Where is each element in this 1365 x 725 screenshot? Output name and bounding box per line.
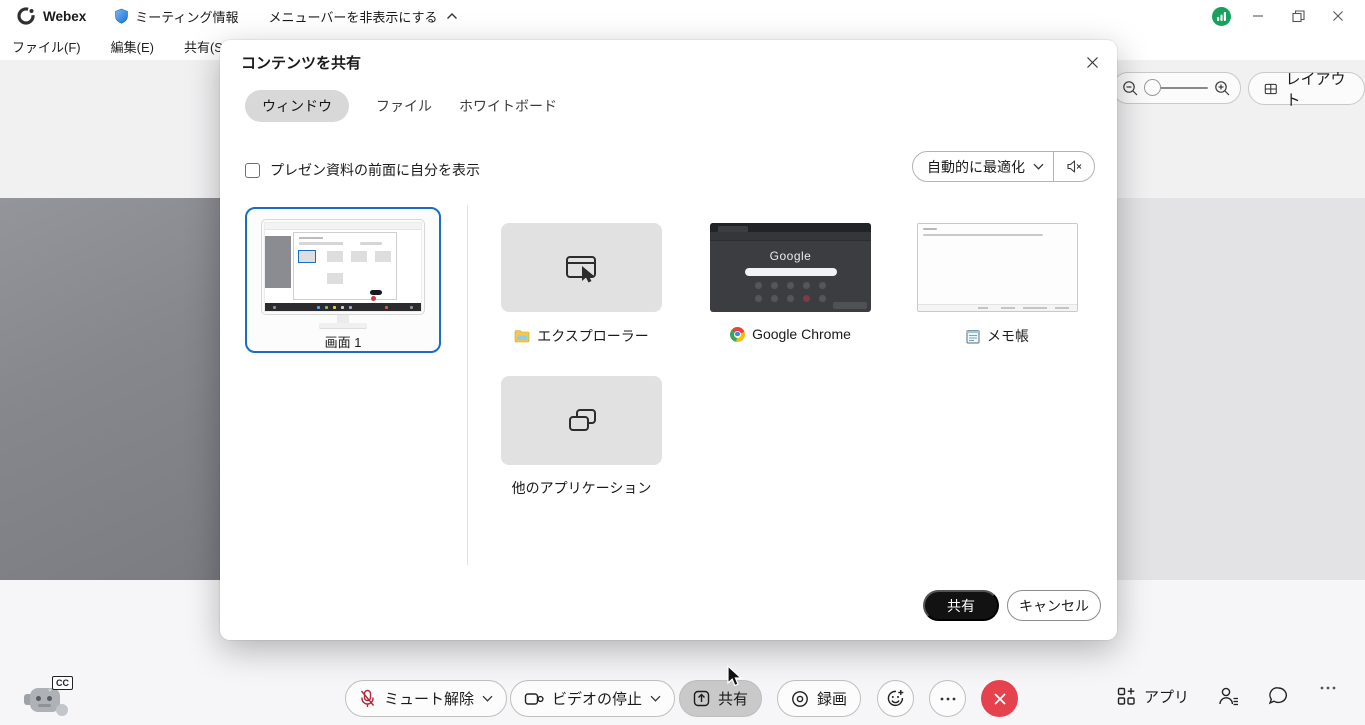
stacked-windows-icon: [564, 406, 600, 436]
stop-video-button[interactable]: ビデオの停止: [510, 680, 675, 717]
mic-muted-icon: [359, 689, 376, 708]
share-confirm-button[interactable]: 共有: [923, 590, 999, 621]
layout-grid-icon: [1264, 81, 1278, 97]
smiley-plus-icon: [886, 689, 905, 708]
app-title: Webex: [43, 9, 86, 24]
record-icon: [791, 690, 809, 708]
window-thumb-notepad[interactable]: [917, 223, 1078, 312]
zoom-slider[interactable]: [1146, 87, 1208, 89]
screens-windows-separator: [467, 205, 468, 565]
close-icon: [1086, 56, 1099, 69]
meeting-info-shield-icon: [114, 8, 129, 24]
layout-button[interactable]: レイアウト: [1248, 72, 1365, 105]
hide-menubar-button[interactable]: メニューバーを非表示にする: [269, 7, 458, 26]
restore-button[interactable]: [1285, 4, 1311, 28]
chat-bubble-icon: [1268, 686, 1289, 706]
tab-window[interactable]: ウィンドウ: [245, 90, 349, 122]
menu-edit[interactable]: 編集(E): [111, 37, 154, 56]
more-options-button[interactable]: [929, 680, 966, 717]
speaker-muted-icon: [1066, 159, 1083, 174]
zoom-out-icon[interactable]: [1122, 80, 1139, 97]
window-thumb-other-apps[interactable]: [501, 376, 662, 465]
participants-button[interactable]: [1218, 686, 1240, 706]
connection-quality-icon[interactable]: [1212, 7, 1231, 26]
camera-icon: [524, 691, 544, 707]
zoom-slider-knob[interactable]: [1144, 79, 1161, 96]
mouse-cursor: [726, 665, 744, 689]
screen-1-preview: [261, 219, 425, 315]
show-me-label: プレゼン資料の前面に自分を表示: [270, 160, 480, 180]
share-audio-toggle[interactable]: [1054, 159, 1094, 174]
share-toolbar-button[interactable]: 共有: [679, 680, 762, 717]
screen-1-card[interactable]: 画面 1: [245, 207, 441, 353]
cancel-button[interactable]: キャンセル: [1007, 590, 1101, 621]
monitor-stand: [337, 315, 349, 323]
tab-whiteboard[interactable]: ホワイトボード: [459, 90, 557, 122]
video-chevron-icon: [650, 695, 661, 702]
more-panels-ellipsis-icon: [1320, 686, 1336, 690]
more-panels-button[interactable]: [1320, 686, 1336, 690]
dialog-close-button[interactable]: [1080, 50, 1104, 74]
folder-icon: [514, 329, 530, 343]
show-me-checkbox[interactable]: [245, 163, 260, 178]
notepad-icon: [966, 329, 980, 344]
menu-file[interactable]: ファイル(F): [12, 37, 81, 56]
layout-label: レイアウト: [1286, 68, 1349, 110]
window-label-explorer[interactable]: エクスプローラー: [501, 326, 662, 346]
unmute-button[interactable]: ミュート解除: [345, 680, 507, 717]
meeting-info-label: ミーティング情報: [135, 7, 238, 26]
apps-button[interactable]: アプリ: [1117, 686, 1189, 707]
window-thumb-chrome[interactable]: Google: [710, 223, 871, 312]
window-label-notepad[interactable]: メモ帳: [917, 326, 1078, 346]
reactions-button[interactable]: [877, 680, 914, 717]
window-cursor-icon: [562, 251, 602, 285]
chevron-down-icon: [1033, 163, 1044, 170]
self-video-feed: [0, 198, 220, 580]
optimize-label: 自動的に最適化: [927, 157, 1025, 177]
restore-icon: [1292, 10, 1305, 23]
screen-1-label: 画面 1: [325, 332, 362, 351]
unmute-chevron-icon: [482, 695, 493, 702]
share-toolbar-label: 共有: [718, 688, 748, 709]
show-me-row: プレゼン資料の前面に自分を表示: [245, 160, 480, 180]
chrome-icon: [730, 327, 745, 342]
captions-badge: CC: [52, 676, 73, 690]
record-label: 録画: [817, 688, 847, 709]
webex-logo-icon: [16, 6, 36, 26]
apps-grid-icon: [1117, 687, 1136, 706]
zoom-in-icon[interactable]: [1214, 80, 1231, 97]
share-content-dialog: コンテンツを共有 ウィンドウ ファイル ホワイトボード プレゼン資料の前面に自分…: [220, 40, 1117, 640]
minimize-icon: [1252, 10, 1264, 22]
leave-x-icon: [993, 692, 1007, 706]
minimize-button[interactable]: [1245, 4, 1271, 28]
optimize-dropdown[interactable]: 自動的に最適化: [913, 157, 1053, 177]
close-window-icon: [1332, 10, 1344, 22]
window-label-other-apps[interactable]: 他のアプリケーション: [501, 478, 662, 498]
close-window-button[interactable]: [1325, 4, 1351, 28]
chrome-preview-logo: Google: [710, 249, 871, 263]
apps-label: アプリ: [1144, 686, 1189, 707]
tab-file[interactable]: ファイル: [376, 90, 432, 122]
titlebar: Webex ミーティング情報 メニューバーを非表示にする: [0, 0, 1365, 32]
window-label-chrome[interactable]: Google Chrome: [710, 326, 871, 342]
leave-meeting-button[interactable]: [981, 680, 1018, 717]
dialog-tabs: ウィンドウ ファイル ホワイトボード: [245, 90, 557, 122]
chevron-up-icon: [446, 12, 458, 20]
window-thumb-explorer[interactable]: [501, 223, 662, 312]
record-button[interactable]: 録画: [777, 680, 861, 717]
unmute-label: ミュート解除: [384, 688, 474, 709]
hide-menubar-label: メニューバーを非表示にする: [269, 7, 438, 26]
meeting-info-button[interactable]: ミーティング情報: [114, 7, 238, 26]
stop-video-label: ビデオの停止: [552, 688, 642, 709]
share-icon: [693, 690, 710, 707]
participants-icon: [1218, 686, 1240, 706]
ellipsis-icon: [940, 697, 956, 701]
optimize-control: 自動的に最適化: [912, 151, 1095, 182]
zoom-control: [1112, 72, 1241, 104]
webex-logo: Webex: [16, 6, 86, 26]
dialog-title: コンテンツを共有: [241, 52, 361, 73]
chat-button[interactable]: [1268, 686, 1289, 706]
webex-assistant-avatar[interactable]: CC: [24, 676, 80, 722]
